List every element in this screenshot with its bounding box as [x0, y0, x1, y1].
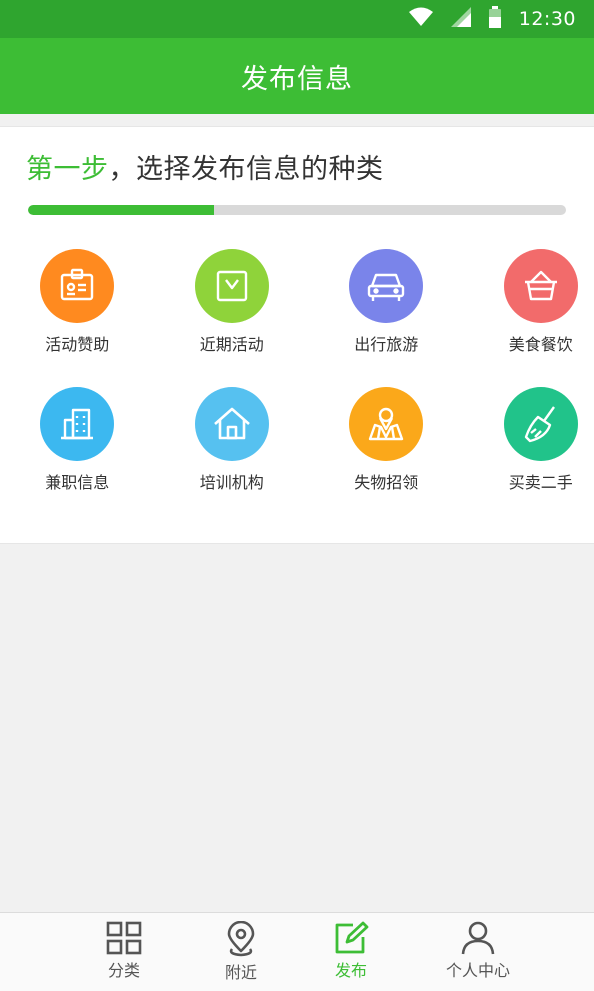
category-label: 买卖二手 — [509, 469, 573, 493]
category-label: 培训机构 — [200, 469, 264, 493]
page-title: 发布信息 — [241, 57, 353, 96]
signal-icon — [451, 7, 471, 31]
tab-category[interactable]: 分类 — [74, 921, 174, 981]
tab-nearby[interactable]: 附近 — [191, 921, 291, 983]
category-food[interactable]: 美食餐饮 — [464, 249, 594, 387]
wifi-icon — [409, 7, 433, 31]
step-number: 第一步 — [26, 154, 109, 185]
category-training[interactable]: 培训机构 — [155, 387, 310, 525]
person-icon — [460, 921, 496, 955]
category-part-time[interactable]: 兼职信息 — [0, 387, 155, 525]
bottom-tab-bar: 分类 附近 发布 个人中心 — [0, 912, 594, 991]
building-icon — [40, 387, 114, 461]
category-label: 近期活动 — [200, 331, 264, 355]
category-label: 出行旅游 — [354, 331, 418, 355]
step-progress-bar — [28, 205, 566, 215]
category-travel[interactable]: 出行旅游 — [309, 249, 464, 387]
calendar-icon — [195, 249, 269, 323]
tab-label: 分类 — [108, 957, 140, 981]
category-grid: 活动赞助 近期活动 — [0, 249, 594, 525]
map-pin-icon — [349, 387, 423, 461]
tab-label: 附近 — [225, 959, 257, 983]
location-icon — [224, 921, 258, 957]
house-icon — [195, 387, 269, 461]
status-time: 12:30 — [519, 8, 576, 30]
category-panel: 第一步，选择发布信息的种类 活动赞助 — [0, 126, 594, 544]
basket-icon — [504, 249, 578, 323]
category-label: 兼职信息 — [45, 469, 109, 493]
category-label: 失物招领 — [354, 469, 418, 493]
tab-profile[interactable]: 个人中心 — [428, 921, 528, 981]
app-bar: 发布信息 — [0, 38, 594, 114]
badge-icon — [40, 249, 114, 323]
category-second-hand[interactable]: 买卖二手 — [464, 387, 594, 525]
edit-icon — [333, 921, 369, 955]
category-recent-events[interactable]: 近期活动 — [155, 249, 310, 387]
tab-label: 个人中心 — [446, 957, 510, 981]
car-icon — [349, 249, 423, 323]
grid-icon — [105, 921, 143, 955]
status-bar: 12:30 — [0, 0, 594, 38]
category-lost-found[interactable]: 失物招领 — [309, 387, 464, 525]
category-label: 活动赞助 — [45, 331, 109, 355]
tab-label: 发布 — [335, 957, 367, 981]
step-title: 第一步，选择发布信息的种类 — [26, 147, 384, 186]
tab-publish[interactable]: 发布 — [301, 921, 401, 981]
step-progress-fill — [28, 205, 214, 215]
battery-icon — [489, 6, 501, 32]
category-label: 美食餐饮 — [509, 331, 573, 355]
step-description: ，选择发布信息的种类 — [109, 154, 384, 185]
broom-icon — [504, 387, 578, 461]
category-sponsorship[interactable]: 活动赞助 — [0, 249, 155, 387]
